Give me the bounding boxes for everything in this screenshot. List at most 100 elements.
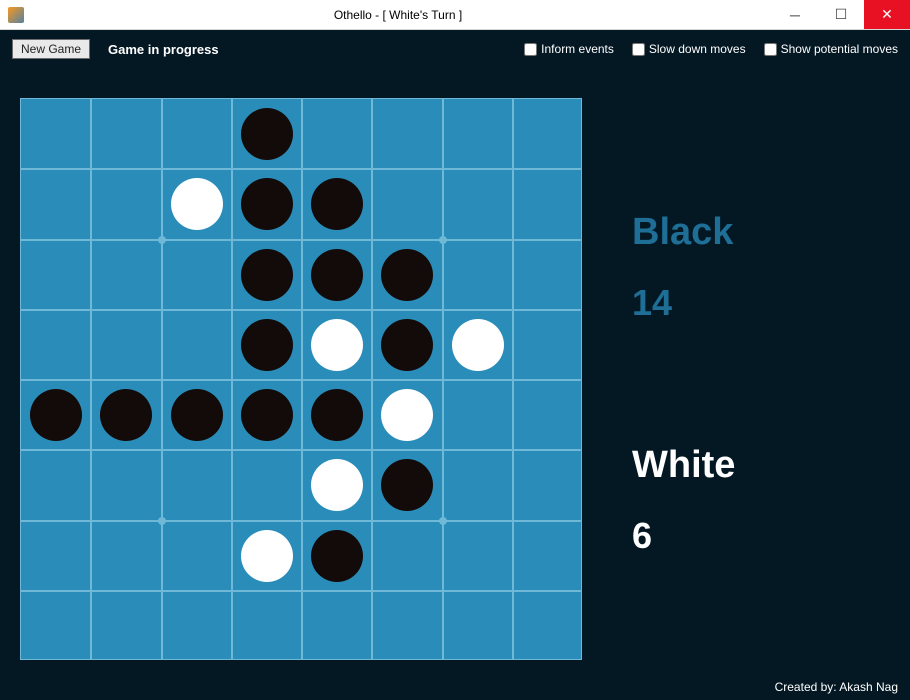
board-cell[interactable] — [513, 310, 583, 380]
board-cell[interactable] — [443, 450, 513, 520]
board-cell[interactable] — [372, 450, 442, 520]
board-cell[interactable] — [91, 450, 161, 520]
disc-black — [241, 249, 293, 301]
disc-black — [381, 249, 433, 301]
board-cell[interactable] — [91, 591, 161, 661]
board-cell[interactable] — [302, 310, 372, 380]
close-button[interactable]: ✕ — [864, 0, 910, 29]
board-cell[interactable] — [21, 380, 91, 450]
board-cell[interactable] — [162, 450, 232, 520]
board-cell[interactable] — [21, 169, 91, 239]
disc-white — [171, 178, 223, 230]
new-game-button[interactable]: New Game — [12, 39, 90, 59]
score-black-value: 14 — [632, 282, 910, 324]
score-panel: Black 14 White 6 — [582, 68, 910, 700]
board-cell[interactable] — [443, 169, 513, 239]
checkbox-label: Slow down moves — [649, 42, 746, 56]
disc-black — [100, 389, 152, 441]
board-cell[interactable] — [21, 521, 91, 591]
game-status: Game in progress — [108, 42, 219, 57]
board-cell[interactable] — [232, 240, 302, 310]
board-cell[interactable] — [232, 591, 302, 661]
board-cell[interactable] — [232, 521, 302, 591]
board-cell[interactable] — [302, 380, 372, 450]
board-cell[interactable] — [443, 521, 513, 591]
board-cell[interactable] — [302, 99, 372, 169]
disc-white — [452, 319, 504, 371]
board-cell[interactable] — [232, 380, 302, 450]
board-cell[interactable] — [91, 380, 161, 450]
board-cell[interactable] — [443, 380, 513, 450]
board-cell[interactable] — [162, 521, 232, 591]
board-cell[interactable] — [443, 310, 513, 380]
board-cell[interactable] — [513, 169, 583, 239]
board-cell[interactable] — [302, 240, 372, 310]
disc-white — [241, 530, 293, 582]
disc-black — [381, 459, 433, 511]
board-cell[interactable] — [162, 310, 232, 380]
board-cell[interactable] — [302, 521, 372, 591]
board-cell[interactable] — [372, 169, 442, 239]
minimize-button[interactable]: ─ — [772, 0, 818, 29]
checkbox-inform-events-input[interactable] — [524, 43, 537, 56]
board-cell[interactable] — [513, 450, 583, 520]
board-cell[interactable] — [443, 240, 513, 310]
disc-white — [311, 459, 363, 511]
board-cell[interactable] — [91, 169, 161, 239]
board-cell[interactable] — [372, 240, 442, 310]
java-icon — [8, 7, 24, 23]
board-cell[interactable] — [91, 310, 161, 380]
board-cell[interactable] — [513, 240, 583, 310]
checkbox-slow-down[interactable]: Slow down moves — [632, 42, 746, 56]
main: Black 14 White 6 Created by: Akash Nag — [0, 68, 910, 700]
board-cell[interactable] — [91, 240, 161, 310]
board-cell[interactable] — [21, 99, 91, 169]
board-cell[interactable] — [302, 591, 372, 661]
board-cell[interactable] — [162, 380, 232, 450]
board-cell[interactable] — [21, 591, 91, 661]
board-cell[interactable] — [21, 310, 91, 380]
score-white-value: 6 — [632, 515, 910, 557]
board-cell[interactable] — [513, 521, 583, 591]
board-cell[interactable] — [443, 591, 513, 661]
window-controls: ─ ☐ ✕ — [772, 0, 910, 29]
board-cell[interactable] — [443, 99, 513, 169]
board-wrap — [0, 68, 582, 700]
board-cell[interactable] — [91, 99, 161, 169]
board-cell[interactable] — [91, 521, 161, 591]
board-cell[interactable] — [162, 240, 232, 310]
checkbox-label: Show potential moves — [781, 42, 898, 56]
checkbox-slow-down-input[interactable] — [632, 43, 645, 56]
score-white: White 6 — [632, 444, 910, 557]
board-cell[interactable] — [162, 591, 232, 661]
board-cell[interactable] — [162, 169, 232, 239]
board-cell[interactable] — [232, 169, 302, 239]
board-cell[interactable] — [302, 169, 372, 239]
board-cell[interactable] — [232, 310, 302, 380]
board-cell[interactable] — [162, 99, 232, 169]
board-cell[interactable] — [513, 99, 583, 169]
disc-black — [241, 319, 293, 371]
checkbox-show-moves-input[interactable] — [764, 43, 777, 56]
disc-black — [241, 108, 293, 160]
credit: Created by: Akash Nag — [775, 680, 898, 694]
client-area: New Game Game in progress Inform events … — [0, 30, 910, 700]
board-cell[interactable] — [372, 521, 442, 591]
board-cell[interactable] — [232, 99, 302, 169]
checkbox-inform-events[interactable]: Inform events — [524, 42, 614, 56]
board-cell[interactable] — [372, 310, 442, 380]
board-cell[interactable] — [21, 240, 91, 310]
board-cell[interactable] — [513, 591, 583, 661]
checkbox-show-moves[interactable]: Show potential moves — [764, 42, 898, 56]
board-cell[interactable] — [372, 380, 442, 450]
board-cell[interactable] — [372, 99, 442, 169]
board[interactable] — [20, 98, 582, 660]
disc-black — [311, 530, 363, 582]
board-cell[interactable] — [513, 380, 583, 450]
score-white-label: White — [632, 444, 910, 487]
board-cell[interactable] — [372, 591, 442, 661]
maximize-button[interactable]: ☐ — [818, 0, 864, 29]
board-cell[interactable] — [302, 450, 372, 520]
board-cell[interactable] — [232, 450, 302, 520]
board-cell[interactable] — [21, 450, 91, 520]
